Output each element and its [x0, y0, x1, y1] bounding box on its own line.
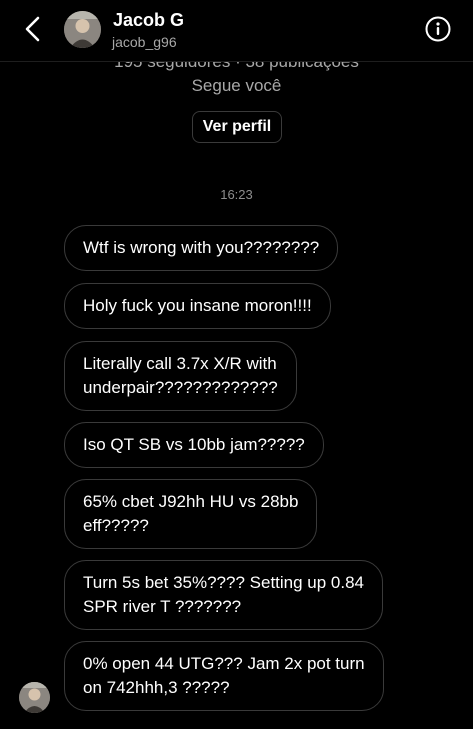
- avatar[interactable]: [64, 11, 101, 48]
- message-text: Literally call 3.7x X/R with: [83, 354, 277, 373]
- contact-handle: jacob_g96: [112, 34, 177, 50]
- message-text: underpair?????????????: [83, 378, 278, 397]
- info-circle-icon[interactable]: [425, 16, 451, 42]
- message-text: Holy fuck you insane moron!!!!: [83, 296, 312, 315]
- chevron-left-icon[interactable]: [20, 14, 48, 44]
- message-text: SPR river T ???????: [83, 597, 242, 616]
- message-bubble[interactable]: Turn 5s bet 35%???? Setting up 0.84 SPR …: [64, 560, 384, 630]
- chat-header: Jacob G jacob_g96: [0, 0, 473, 62]
- view-profile-button[interactable]: Ver perfil: [192, 111, 282, 143]
- message-bubble[interactable]: Literally call 3.7x X/R with underpair??…: [64, 341, 297, 411]
- message-text: Iso QT SB vs 10bb jam?????: [83, 435, 305, 454]
- message-text: 0% open 44 UTG??? Jam 2x pot turn: [83, 654, 365, 673]
- sender-avatar[interactable]: [19, 682, 50, 713]
- message-text: 65% cbet J92hh HU vs 28bb: [83, 492, 299, 511]
- message-text: Wtf is wrong with you????????: [83, 238, 320, 257]
- message-bubble[interactable]: Iso QT SB vs 10bb jam?????: [64, 422, 324, 468]
- message-bubble[interactable]: Wtf is wrong with you????????: [64, 225, 339, 271]
- message-bubble[interactable]: Holy fuck you insane moron!!!!: [64, 283, 331, 329]
- message-bubble[interactable]: 65% cbet J92hh HU vs 28bb eff?????: [64, 479, 318, 549]
- message-bubble[interactable]: 0% open 44 UTG??? Jam 2x pot turn on 742…: [64, 641, 384, 711]
- contact-name[interactable]: Jacob G: [113, 10, 184, 31]
- message-text: eff?????: [83, 516, 149, 535]
- message-timestamp: 16:23: [220, 187, 253, 202]
- follow-status: Segue você: [191, 76, 282, 95]
- message-text: Turn 5s bet 35%???? Setting up 0.84: [83, 573, 365, 592]
- message-text: on 742hhh,3 ?????: [83, 678, 230, 697]
